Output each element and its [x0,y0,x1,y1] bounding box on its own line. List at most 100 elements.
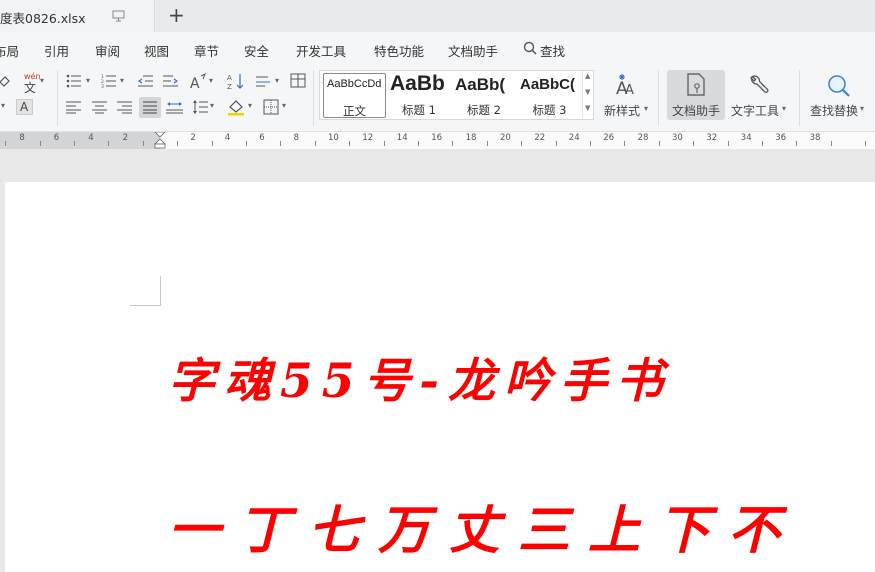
search-icon[interactable] [523,41,537,55]
char-shading-icon[interactable]: A [16,99,33,115]
chevron-down-icon[interactable]: ▾ [210,101,214,110]
text-tools-button[interactable]: 文字工具 ▾ [728,70,790,120]
style-label: 正文 [343,104,366,118]
tab-title: 度表0826.xlsx [0,11,86,26]
wrench-icon [750,75,769,93]
gallery-expand-icon[interactable]: ▼ [585,104,590,112]
ruler-tick-label: 36 [775,133,787,143]
line-break-icon[interactable] [256,74,272,88]
margin-marker [160,276,161,306]
borders-icon[interactable] [263,99,279,115]
ruler-tick-mark [280,141,282,146]
text-line-1[interactable]: 字魂55号-龙吟手书 [168,342,672,411]
menu-layout[interactable]: 布局 [0,41,19,60]
menu-search[interactable]: 查找 [540,41,565,60]
gallery-scrollbar[interactable]: ▲ ▼ ▼ [582,71,593,119]
ruler-tick-mark [314,141,316,146]
increase-indent-icon[interactable] [163,74,178,88]
ruler-tick-mark [796,141,798,146]
distributed-align-icon[interactable] [166,99,183,115]
ruler-tick-label: 8 [19,133,25,143]
horizontal-ruler[interactable]: 8 6 4 2 2 4 6 8 10 12 14 16 18 20 22 24 26 28 30 32 34 36 38 [0,132,875,149]
style-heading-3[interactable]: AaBbC( 标题 3 [517,73,582,118]
ruler-tick-label: 10 [328,133,339,143]
chevron-down-icon[interactable]: ▾ [275,76,279,85]
new-style-label: 新样式 [604,104,641,118]
style-sample: AaBb( [455,75,506,94]
chevron-down-icon[interactable]: ▾ [209,76,213,85]
menu-view[interactable]: 视图 [144,41,169,60]
ruler-tick-mark [211,141,213,146]
ruler-tick-mark [693,141,695,146]
ruler-tick-mark [383,141,385,146]
sort-icon[interactable]: A Z [227,72,245,90]
svg-text:A: A [227,74,232,82]
ruler-tick-mark [521,141,523,146]
menu-review[interactable]: 审阅 [95,41,120,60]
decrease-indent-icon[interactable] [138,74,153,88]
ruler-tick-mark [762,141,763,146]
ruler-tick-mark [108,141,110,146]
style-heading-2[interactable]: AaBb( 标题 2 [452,73,516,118]
chevron-down-icon[interactable]: ▾ [248,101,252,110]
text-line-2[interactable]: 一丁七万丈三上下不 [168,488,798,563]
justify-button[interactable] [139,97,161,118]
shading-fill-icon[interactable] [227,99,245,116]
style-label: 标题 2 [467,103,501,117]
tab-bar: 度表0826.xlsx + [0,0,875,32]
chevron-down-icon[interactable]: ▾ [282,101,286,110]
scroll-up-icon[interactable]: ▲ [585,72,590,80]
chevron-down-icon[interactable]: ▾ [40,76,44,85]
svg-text:A: A [625,83,634,96]
bullet-list-icon[interactable] [66,74,82,88]
find-replace-button[interactable]: 查找替换 ▾ [806,70,875,120]
style-label: 标题 3 [532,103,567,117]
ruler-tick-label: 30 [672,133,683,143]
ruler-tick-label: 6 [259,133,265,143]
clear-format-icon[interactable] [0,74,12,88]
new-style-icon: A A [616,74,634,96]
chevron-down-icon[interactable]: ▾ [86,76,90,85]
ruler-tick-label: 8 [293,133,300,143]
ruler-tick-label: 38 [809,133,821,143]
ruler-tick-label: 32 [706,133,718,143]
doc-helper-button[interactable]: 文档助手 [667,70,725,120]
menu-doc-helper[interactable]: 文档助手 [448,41,498,60]
line-spacing-icon[interactable] [192,99,208,115]
scroll-down-icon[interactable]: ▼ [585,88,590,96]
chevron-down-icon[interactable]: ▾ [1,101,5,110]
ruler-tick-label: 28 [637,133,649,143]
menu-special-features[interactable]: 特色功能 [374,41,424,60]
menu-references[interactable]: 引用 [44,41,69,60]
ruler-tick-label: 14 [396,133,408,143]
ruler-tick-label: 2 [190,133,196,143]
table-insert-icon[interactable] [290,73,306,88]
align-center-icon[interactable] [92,100,107,114]
new-style-button[interactable]: A A 新样式 ▾ [600,70,652,120]
ruler-tick-label: 4 [224,133,231,143]
monitor-icon[interactable] [112,10,125,22]
document-tab[interactable]: 度表0826.xlsx [0,0,155,32]
menu-section[interactable]: 章节 [194,41,219,60]
style-sample: AaBb [390,73,445,95]
numbered-list-icon[interactable]: 123 [101,74,117,88]
chevron-down-icon[interactable]: ▾ [120,76,124,85]
ruler-tick-mark [39,141,41,146]
style-normal[interactable]: AaBbCcDd 正文 [323,73,386,118]
new-tab-button[interactable]: + [168,3,185,27]
align-right-icon[interactable] [117,100,132,114]
style-sample: AaBbCcDd [327,78,382,90]
style-heading-1[interactable]: AaBb 标题 1 [387,73,451,118]
menu-developer[interactable]: 开发工具 [296,41,346,60]
align-justify-icon [143,101,157,114]
doc-helper-icon [687,73,705,96]
text-direction-icon[interactable]: A [189,72,209,90]
indent-marker-icon[interactable] [153,132,167,149]
find-replace-label: 查找替换 [810,104,859,118]
ruler-tick-label: 18 [465,133,477,143]
align-left-icon[interactable] [66,100,81,114]
ruler-tick-label: 16 [431,133,443,143]
ruler-tick-mark [74,141,75,146]
menu-security[interactable]: 安全 [244,41,269,60]
svg-text:Z: Z [227,83,232,90]
